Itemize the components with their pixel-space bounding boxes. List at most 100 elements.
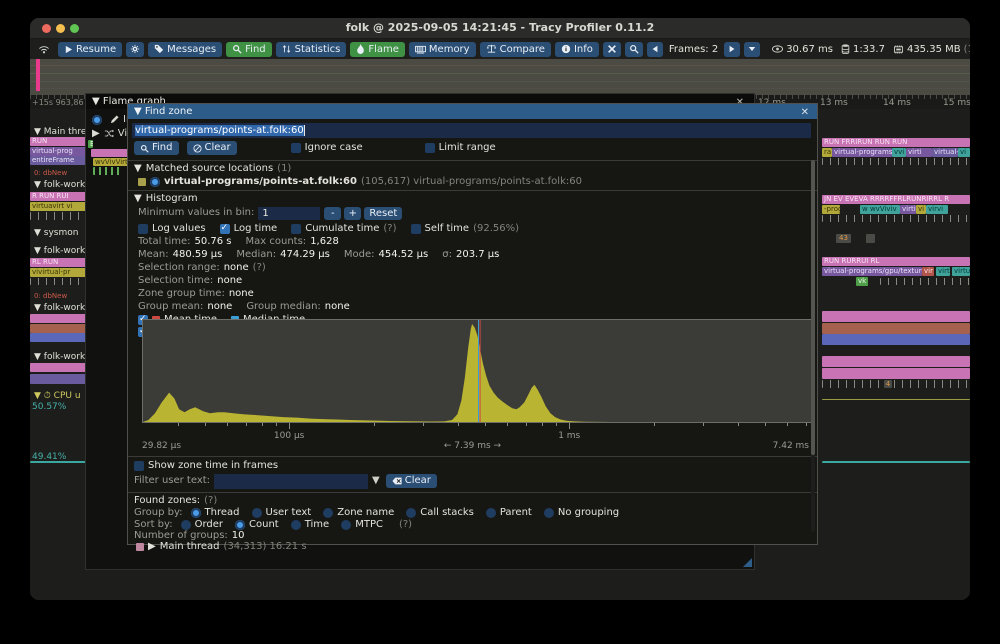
sort-by-radio-count[interactable] xyxy=(235,520,245,530)
timeline-zone[interactable]: virtual-pr xyxy=(932,148,958,157)
limit-range-checkbox[interactable] xyxy=(425,143,435,153)
thread-label[interactable]: ▼ folk-work xyxy=(34,352,85,362)
close-icon[interactable]: ✕ xyxy=(801,105,809,120)
timeline-zone[interactable]: vvi xyxy=(892,148,906,157)
toolbar-button-flame[interactable]: Flame xyxy=(350,42,405,57)
timeline-zone[interactable]: vivirtual-pr xyxy=(30,268,87,277)
thread-label[interactable]: 0: dbNew xyxy=(34,169,67,177)
histogram-plot[interactable] xyxy=(142,319,813,423)
timeline-zone[interactable]: vir xyxy=(922,267,934,276)
toolbar-button-tools[interactable] xyxy=(603,42,621,57)
timeline-zone[interactable] xyxy=(822,311,970,322)
timeline-zone[interactable]: w wvViviv xyxy=(860,205,900,214)
toolbar-button-resume[interactable]: Resume xyxy=(58,42,122,57)
sort-by-radio-time[interactable] xyxy=(291,520,301,530)
thread-label[interactable]: ▼ folk-work xyxy=(34,180,85,190)
dialog-scrollbar[interactable] xyxy=(811,160,815,532)
thread-label[interactable]: ▼ folk-work xyxy=(34,246,85,256)
thread-label[interactable]: ▼ ⏱ CPU u xyxy=(34,391,81,401)
timeline-zone[interactable] xyxy=(30,314,87,323)
timeline-zone[interactable]: JN EV EVEVA RRRRFFRLRUNRIRRL R xyxy=(822,195,970,204)
timeline-zone[interactable] xyxy=(822,356,970,367)
timeline-zone[interactable]: RUN RURRUI RL xyxy=(822,257,970,266)
timeline-zone[interactable]: 43 xyxy=(836,234,851,243)
timeline-zone[interactable]: virtual-prog xyxy=(30,147,87,156)
timeline-zone[interactable] xyxy=(822,368,970,379)
timeline-zone[interactable] xyxy=(30,374,87,384)
timeline-zone[interactable]: R RUN RUI xyxy=(30,192,87,201)
toolbar-button-memory[interactable]: Memory xyxy=(409,42,476,57)
find-button[interactable]: Find xyxy=(134,141,179,155)
toolbar-button-statistics[interactable]: Statistics xyxy=(276,42,347,57)
timeline-zone[interactable]: virtuavirt vi xyxy=(30,202,87,211)
group-by-radio-no-grouping[interactable] xyxy=(544,508,554,518)
timeline-zone[interactable]: vi xyxy=(958,148,970,157)
thread-label[interactable]: 0: dbNew xyxy=(34,292,67,300)
thread-label[interactable]: 15 ms xyxy=(943,98,970,108)
histogram-header[interactable]: ▼Histogram xyxy=(134,193,198,205)
log-values-checkbox[interactable] xyxy=(138,224,148,234)
frame-time-strip[interactable] xyxy=(30,59,970,95)
location-radio[interactable] xyxy=(150,177,160,187)
timeline-zone[interactable]: RL RUN xyxy=(30,258,87,267)
sort-by-radio-order[interactable] xyxy=(181,520,191,530)
resize-grip[interactable] xyxy=(743,558,752,567)
flame-zone[interactable] xyxy=(91,149,129,157)
frame-dropdown-button[interactable] xyxy=(744,42,760,57)
min-values-input[interactable]: 1 xyxy=(258,207,320,220)
thread-label[interactable]: 50.57% xyxy=(32,402,66,412)
timeline-zone[interactable]: ra xyxy=(822,148,832,157)
group-by-radio-parent[interactable] xyxy=(486,508,496,518)
timeline-zone[interactable]: vk xyxy=(856,277,868,286)
sort-by-radio-mtpc[interactable] xyxy=(341,520,351,530)
find-zone-query-input[interactable]: virtual-programs/points-at.folk:60 xyxy=(132,123,811,138)
flame-zone[interactable] xyxy=(93,167,123,175)
flame-zone[interactable]: E xyxy=(88,140,93,148)
next-frame-button[interactable] xyxy=(724,42,740,57)
timeline-zone[interactable]: virtual-programs/gpu/texture xyxy=(822,267,922,276)
timeline-zone[interactable]: virtu xyxy=(952,267,970,276)
toolbar-button-gear[interactable] xyxy=(126,42,144,57)
thread-label[interactable]: ▼ Main thre xyxy=(34,127,86,137)
scrollbar-thumb[interactable] xyxy=(811,160,815,455)
toolbar-button-search[interactable] xyxy=(625,42,643,57)
timeline-zone[interactable]: virt xyxy=(936,267,950,276)
timeline-zone[interactable] xyxy=(866,234,875,243)
log-time-checkbox[interactable] xyxy=(220,224,230,234)
timeline-event-ticks[interactable] xyxy=(30,278,87,285)
self-time-checkbox[interactable] xyxy=(411,224,421,234)
timeline-event-ticks[interactable] xyxy=(822,158,970,165)
timeline-zone[interactable]: vi xyxy=(916,205,926,214)
timeline-zone[interactable]: RUN FRRIRUN RUN RUN xyxy=(822,138,970,147)
timeline-zone[interactable] xyxy=(30,333,87,342)
timeline-zone[interactable]: virvi xyxy=(926,205,948,214)
matched-location-row[interactable]: virtual-programs/points-at.folk:60 (105,… xyxy=(138,176,582,188)
decrease-button[interactable]: - xyxy=(324,207,341,220)
timeline-zone[interactable] xyxy=(30,324,87,333)
toolbar-button-messages[interactable]: Messages xyxy=(148,42,222,57)
filter-clear-button[interactable]: Clear xyxy=(386,474,437,488)
find-zone-titlebar[interactable]: ▼ Find zone ✕ xyxy=(128,104,817,119)
flame-zone[interactable]: wvVivVirt xyxy=(93,158,129,166)
cumulate-time-checkbox[interactable] xyxy=(291,224,301,234)
timeline-zone[interactable]: entireFrame xyxy=(30,156,87,165)
timeline-event-ticks[interactable] xyxy=(822,215,970,222)
thread-label[interactable]: ▼ folk-work xyxy=(34,303,85,313)
timeline-zone[interactable]: virti xyxy=(906,148,932,157)
filter-user-text-input[interactable] xyxy=(214,474,368,489)
timeline-zone[interactable]: virti xyxy=(900,205,916,214)
ignore-case-checkbox[interactable] xyxy=(291,143,301,153)
show-zone-time-checkbox[interactable] xyxy=(134,461,144,471)
timeline-zone[interactable] xyxy=(822,461,970,463)
timeline-zone[interactable]: virtual-programs xyxy=(832,148,892,157)
timeline-event-ticks[interactable] xyxy=(880,278,970,285)
group-by-radio-user-text[interactable] xyxy=(252,508,262,518)
thread-label[interactable]: 14 ms xyxy=(883,98,911,108)
toolbar-button-compare[interactable]: Compare xyxy=(480,42,551,57)
timeline-zone[interactable]: RUN xyxy=(30,137,87,146)
thread-label[interactable]: 13 ms xyxy=(820,98,848,108)
thread-label[interactable]: ▼ sysmon xyxy=(34,228,78,238)
group-by-radio-call-stacks[interactable] xyxy=(406,508,416,518)
toolbar-button-wifi[interactable] xyxy=(34,42,54,57)
timeline-zone[interactable] xyxy=(822,323,970,334)
